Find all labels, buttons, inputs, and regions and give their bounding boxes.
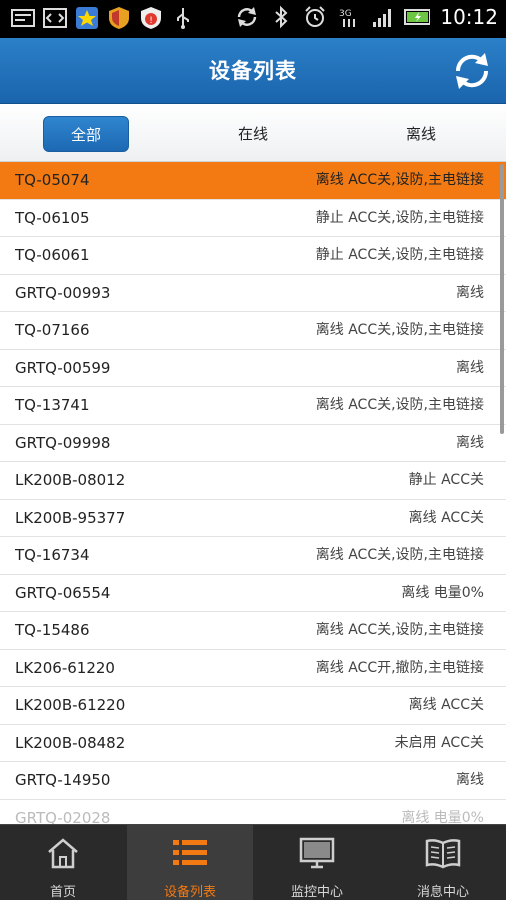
device-row[interactable]: GRTQ-00599 离线 [0,349,506,387]
device-name: GRTQ-02028 [15,808,111,825]
device-name: GRTQ-00599 [15,358,111,377]
alarm-icon [302,4,328,30]
device-status: 离线 ACC关,设防,主电链接 [315,397,484,413]
device-row[interactable]: GRTQ-02028 离线 电量0% [0,799,506,825]
device-status: 静止 ACC关 [408,472,484,488]
device-status: 离线 [456,434,484,451]
device-row[interactable]: TQ-06105 静止 ACC关,设防,主电链接 [0,199,506,237]
title-bar: 设备列表 [0,38,506,104]
code-icon [42,5,68,31]
device-name: TQ-07166 [15,321,90,339]
star-app-icon [74,5,100,31]
device-status: 离线 ACC关 [408,509,484,526]
device-status: 离线 ACC关,设防,主电链接 [315,322,484,338]
cell-signal-icon [370,4,396,30]
device-status: 离线 ACC关,设防,主电链接 [315,547,484,563]
svg-text:3G: 3G [339,9,352,19]
device-status: 静止 ACC关,设防,主电链接 [315,247,484,263]
tab-all[interactable]: 全部 [43,116,129,152]
device-row[interactable]: LK200B-08482 未启用 ACC关 [0,724,506,762]
home-icon [48,838,78,869]
device-list: TQ-05074 离线 ACC关,设防,主电链接 TQ-06105 静止 ACC… [0,162,506,824]
nav-monitor[interactable]: 监控中心 [254,825,380,900]
device-row[interactable]: LK200B-08012 静止 ACC关 [0,462,506,500]
svg-text:!: ! [149,16,153,26]
device-status: 静止 ACC关,设防,主电链接 [315,209,484,226]
shield-icon [106,5,132,31]
filter-tabs: 全部 在线 离线 [0,104,506,162]
tab-offline[interactable]: 离线 [378,116,464,152]
device-row[interactable]: GRTQ-09998 离线 [0,424,506,462]
device-status: 离线 电量0% [401,809,484,825]
device-name: TQ-15486 [15,621,90,639]
device-row[interactable]: TQ-15486 离线 ACC关,设防,主电链接 [0,612,506,650]
device-name: TQ-06061 [15,246,90,264]
device-name: LK200B-95377 [15,508,126,527]
device-status: 离线 [456,359,484,376]
nav-messages-label: 消息中心 [416,885,469,900]
page-title: 设备列表 [209,59,297,83]
device-status: 离线 ACC关,设防,主电链接 [315,172,484,188]
list-scrollbar[interactable] [500,164,504,434]
nav-device-list-label: 设备列表 [163,885,216,900]
tab-online[interactable]: 在线 [210,116,296,152]
device-row[interactable]: TQ-16734 离线 ACC关,设防,主电链接 [0,537,506,575]
device-name: TQ-06105 [15,208,90,227]
device-name: GRTQ-00993 [15,283,111,302]
device-status: 未启用 ACC关 [394,734,484,751]
status-bar: ! 3G 10:12 [0,0,506,38]
screenshot-icon [10,5,36,31]
list-icon [173,840,207,865]
clock-time: 10:12 [440,5,498,29]
device-status: 离线 [456,772,484,788]
refresh-button[interactable] [450,49,494,93]
device-name: LK200B-08012 [15,471,126,489]
device-status: 离线 ACC关 [408,697,484,713]
device-name: GRTQ-06554 [15,583,111,602]
nav-home[interactable]: 首页 [0,825,126,900]
device-row[interactable]: LK200B-61220 离线 ACC关 [0,687,506,725]
device-name: GRTQ-14950 [15,771,111,789]
bluetooth-icon [268,4,294,30]
device-name: LK200B-08482 [15,733,126,752]
device-row[interactable]: TQ-07166 离线 ACC关,设防,主电链接 [0,312,506,350]
device-status: 离线 电量0% [401,584,484,601]
device-row[interactable]: TQ-05074 离线 ACC关,设防,主电链接 [0,162,506,200]
monitor-icon [299,837,335,869]
signal-data-icon: 3G [336,4,362,30]
nav-messages[interactable]: 消息中心 [380,825,506,900]
device-row[interactable]: GRTQ-00993 离线 [0,274,506,312]
device-row[interactable]: GRTQ-14950 离线 [0,762,506,800]
sync-icon [234,4,260,30]
device-row[interactable]: TQ-13741 离线 ACC关,设防,主电链接 [0,387,506,425]
nav-monitor-label: 监控中心 [290,885,343,900]
device-status: 离线 ACC关,设防,主电链接 [315,622,484,638]
bottom-nav: 首页 设备列表 监控中心 消息中心 [0,824,506,900]
device-row[interactable]: LK206-61220 离线 ACC开,撤防,主电链接 [0,649,506,687]
device-name: LK200B-61220 [15,696,126,714]
book-icon [425,839,461,869]
refresh-icon [455,53,489,89]
nav-home-label: 首页 [49,885,76,900]
device-name: TQ-16734 [15,546,90,564]
device-row[interactable]: GRTQ-06554 离线 电量0% [0,574,506,612]
device-row[interactable]: TQ-06061 静止 ACC关,设防,主电链接 [0,237,506,275]
device-status: 离线 ACC开,撤防,主电链接 [315,659,484,676]
device-status: 离线 [456,284,484,301]
device-row[interactable]: LK200B-95377 离线 ACC关 [0,499,506,537]
nav-device-list[interactable]: 设备列表 [127,825,253,900]
device-name: GRTQ-09998 [15,433,111,452]
device-name: TQ-13741 [15,396,90,414]
device-name: TQ-05074 [15,171,90,189]
battery-icon [404,4,431,30]
usb-icon [170,5,196,31]
device-name: LK206-61220 [15,658,115,677]
security-alert-icon: ! [138,5,164,31]
